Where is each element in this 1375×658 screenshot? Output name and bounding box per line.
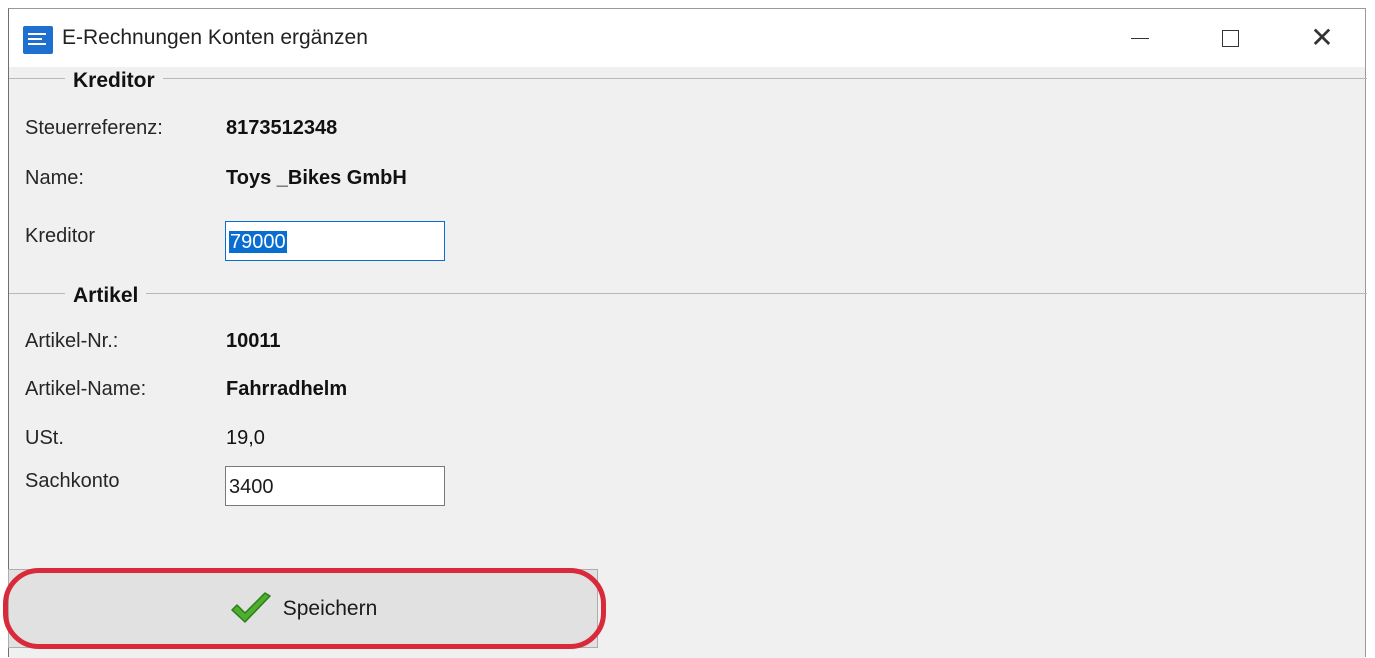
artikel-name-value: Fahrradhelm bbox=[226, 378, 348, 400]
artikel-name-label: Artikel-Name: bbox=[25, 378, 147, 400]
artikel-group-border bbox=[9, 293, 1367, 294]
artikel-nr-value: 10011 bbox=[226, 330, 281, 352]
kreditor-input[interactable]: 79000 bbox=[225, 221, 445, 261]
minimize-button[interactable] bbox=[1095, 9, 1185, 67]
checkmark-icon bbox=[230, 591, 271, 623]
save-button[interactable]: Speichern bbox=[8, 569, 598, 648]
close-button[interactable]: ✕ bbox=[1277, 9, 1367, 67]
title-bar: E-Rechnungen Konten ergänzen ✕ bbox=[9, 9, 1365, 67]
steuerreferenz-value: 8173512348 bbox=[226, 117, 338, 139]
kreditor-group-border bbox=[9, 78, 1367, 79]
maximize-icon bbox=[1221, 29, 1239, 47]
artikel-nr-label: Artikel-Nr.: bbox=[25, 330, 119, 352]
name-value: Toys _Bikes GmbH bbox=[226, 167, 407, 189]
kreditor-group-title: Kreditor bbox=[65, 69, 163, 93]
ust-value: 19,0 bbox=[226, 427, 265, 449]
window-title: E-Rechnungen Konten ergänzen bbox=[62, 26, 368, 49]
close-icon: ✕ bbox=[1310, 22, 1334, 53]
artikel-group-title: Artikel bbox=[65, 284, 147, 308]
kreditor-label: Kreditor bbox=[25, 225, 96, 247]
name-label: Name: bbox=[25, 167, 84, 189]
ust-label: USt. bbox=[25, 427, 64, 449]
minimize-icon bbox=[1131, 37, 1149, 39]
steuerreferenz-label: Steuerreferenz: bbox=[25, 117, 163, 139]
app-icon bbox=[23, 26, 53, 54]
sachkonto-label: Sachkonto bbox=[25, 470, 120, 492]
dialog-window: E-Rechnungen Konten ergänzen ✕ Kreditor … bbox=[8, 8, 1367, 658]
save-button-label: Speichern bbox=[282, 596, 378, 620]
sachkonto-input-value: 3400 bbox=[229, 476, 274, 498]
kreditor-input-value: 79000 bbox=[229, 231, 287, 253]
sachkonto-input[interactable]: 3400 bbox=[225, 466, 445, 506]
maximize-button[interactable] bbox=[1185, 9, 1275, 67]
